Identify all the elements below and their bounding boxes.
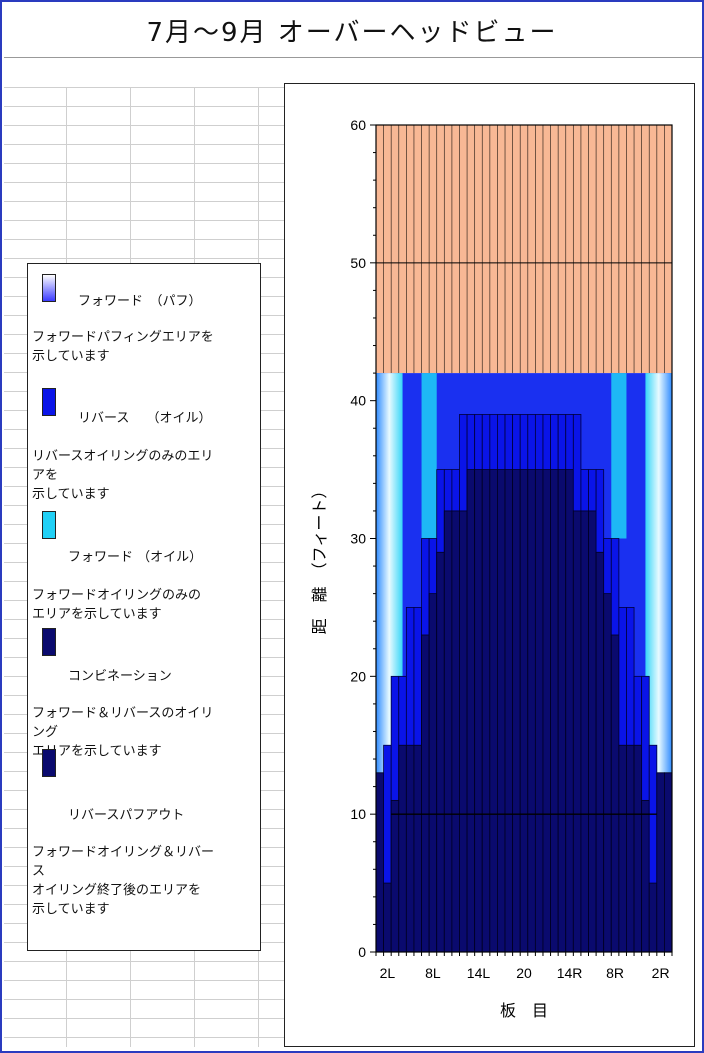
- bar-combination-17R: [542, 469, 551, 953]
- forward-oil-right: [611, 373, 627, 539]
- legend-desc-forward-puff: フォワードパフィングエリアを 示しています: [32, 330, 214, 364]
- bar-combination-17L: [497, 469, 506, 953]
- legend-desc-reverse-oil: リバースオイリングのみのエリ アを 示しています: [32, 449, 214, 502]
- legend-swatch-reverse-oil: [42, 388, 56, 416]
- legend-label-forward-puff: フォワード （パフ）: [78, 294, 202, 309]
- bar-combination-14R: [565, 469, 574, 953]
- bar-combination-5R: [633, 744, 643, 953]
- bar-combination-3L: [390, 799, 400, 953]
- bar-combination-20: [519, 469, 529, 953]
- legend-swatch-forward-oil: [42, 511, 56, 539]
- puff-out-band: [376, 125, 672, 374]
- chart-area: 0 10 20 30 40 50 60 2L 8L 14L 20 14R 8R 2R 板 目 距 離 （フィー…: [284, 83, 695, 1047]
- gridline: [4, 1018, 288, 1019]
- y-tick-label: 0: [358, 944, 366, 960]
- gridline: [4, 87, 288, 88]
- y-tick-label: 40: [350, 393, 366, 409]
- bar-combination-7R: [618, 744, 627, 953]
- legend-label-forward-oil: フォワード （オイル）: [68, 550, 203, 565]
- bar-combination-14L: [474, 469, 483, 953]
- bar-combination-18L: [504, 469, 514, 953]
- bar-combination-5L: [405, 744, 415, 953]
- bar-combination-8R: [610, 634, 620, 953]
- gridline: [4, 163, 288, 164]
- bar-combination-9R: [603, 593, 612, 953]
- bar-combination-8L: [428, 593, 438, 953]
- legend-swatch-forward-puff: [42, 274, 56, 302]
- bar-combination-3R: [648, 882, 658, 953]
- x-tick-label: 2L: [380, 965, 396, 981]
- legend-label-combination: コンビネーション: [68, 669, 172, 684]
- gridline: [4, 125, 288, 126]
- gridline: [4, 239, 288, 240]
- gridline: [4, 980, 288, 981]
- legend-desc-combination: フォワード＆リバースのオイリ ング エリアを示しています: [32, 706, 214, 759]
- bar-combination-4L: [398, 744, 407, 953]
- gridline: [4, 999, 288, 1000]
- gridline: [4, 182, 288, 183]
- x-tick-label: 2R: [652, 965, 670, 981]
- bar-combination-11R: [588, 510, 597, 953]
- bar-combination-4R: [641, 799, 650, 953]
- y-tick-label: 50: [350, 255, 366, 271]
- bar-combination-19L: [512, 469, 521, 953]
- bar-combination-1R: [664, 772, 673, 953]
- bar-combination-12L: [459, 510, 468, 953]
- bar-combination-7L: [421, 634, 430, 953]
- bar-combination-16L: [489, 469, 498, 953]
- overhead-view-chart: 0 10 20 30 40 50 60 2L 8L 14L 20 14R 8R 2R 板 目 距 離 （フィー…: [310, 117, 673, 1020]
- x-tick-label: 8R: [606, 965, 624, 981]
- legend: フォワード （パフ） フォワードパフィングエリアを 示しています リバース （オ…: [27, 263, 261, 951]
- x-tick-label: 8L: [425, 965, 441, 981]
- gridline: [4, 961, 288, 962]
- legend-swatch-reverse-puff-out: [42, 749, 56, 777]
- gridline: [4, 258, 288, 259]
- x-tick-label: 20: [516, 965, 532, 981]
- bar-combination-10R: [595, 551, 605, 953]
- bar-combination-11L: [451, 510, 460, 953]
- x-axis-title: 板 目: [500, 1001, 548, 1020]
- bar-combination-12R: [580, 510, 589, 953]
- bar-combination-6R: [626, 744, 635, 953]
- forward-oil-left: [421, 373, 437, 539]
- bar-combination-18R: [534, 469, 544, 953]
- bar-combination-15L: [481, 469, 491, 953]
- bar-combination-13L: [466, 469, 476, 953]
- gridline: [4, 201, 288, 202]
- legend-desc-forward-oil: フォワードオイリングのみの エリアを示しています: [32, 588, 202, 622]
- x-tick-label: 14R: [557, 965, 583, 981]
- bar-combination-6L: [413, 744, 422, 953]
- y-tick-label: 20: [350, 668, 366, 684]
- bar-combination-13R: [572, 510, 582, 953]
- gridline: [4, 144, 288, 145]
- bar-combination-2L: [383, 882, 392, 953]
- bar-combination-15R: [557, 469, 567, 953]
- y-axis-title: 距 離 （フィート）: [310, 483, 329, 635]
- bar-combination-9L: [436, 551, 445, 953]
- gridline: [4, 1037, 288, 1038]
- legend-desc-reverse-puff-out: フォワードオイリング＆リバー ス オイリング終了後のエリアを 示しています: [32, 845, 215, 917]
- legend-label-reverse-puff-out: リバースパフアウト: [68, 808, 185, 823]
- bar-combination-16R: [550, 469, 559, 953]
- gridline: [4, 220, 288, 221]
- bar-combination-19R: [527, 469, 536, 953]
- legend-label-reverse-oil: リバース （オイル）: [78, 411, 212, 426]
- legend-swatch-combination: [42, 628, 56, 656]
- y-tick-label: 10: [350, 806, 366, 822]
- y-tick-label: 60: [350, 117, 366, 133]
- x-tick-label: 14L: [467, 965, 491, 981]
- bar-combination-1L: [375, 772, 384, 953]
- page-title: 7月〜9月 オーバーヘッドビュー: [146, 18, 558, 48]
- y-tick-label: 30: [350, 531, 366, 547]
- bar-combination-2R: [656, 772, 665, 953]
- bar-combination-10L: [443, 510, 453, 953]
- gridline: [4, 106, 288, 107]
- title-divider: [4, 57, 702, 58]
